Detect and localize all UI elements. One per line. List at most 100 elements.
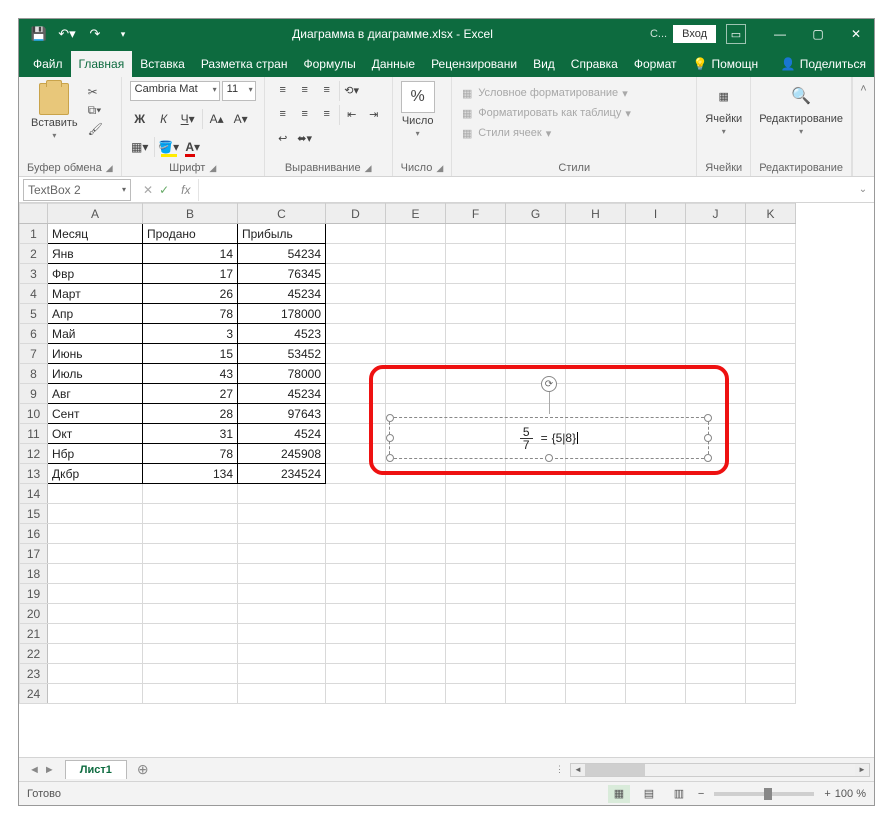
cell[interactable] <box>326 424 386 444</box>
border-button[interactable]: ▦▾ <box>130 137 150 157</box>
row-header[interactable]: 14 <box>20 484 48 504</box>
column-header[interactable]: K <box>746 204 796 224</box>
cell[interactable]: 178000 <box>238 304 326 324</box>
cell[interactable] <box>506 244 566 264</box>
increase-indent-icon[interactable]: ⇥ <box>364 105 384 123</box>
row-header[interactable]: 18 <box>20 564 48 584</box>
cell[interactable] <box>686 684 746 704</box>
resize-handle[interactable] <box>704 454 712 462</box>
cell[interactable]: Окт <box>48 424 143 444</box>
tellme[interactable]: 💡Помощн <box>685 51 767 77</box>
cell[interactable] <box>686 324 746 344</box>
cell[interactable] <box>506 544 566 564</box>
cell[interactable] <box>566 524 626 544</box>
dialog-launcher-icon[interactable]: ◢ <box>365 163 372 174</box>
cell[interactable] <box>566 364 626 384</box>
cell[interactable] <box>446 224 506 244</box>
cell[interactable]: Дкбр <box>48 464 143 484</box>
cells-button[interactable]: ▦ Ячейки ▾ <box>705 81 742 136</box>
cell[interactable] <box>686 604 746 624</box>
cell[interactable] <box>626 464 686 484</box>
cell[interactable] <box>143 564 238 584</box>
cell[interactable] <box>506 604 566 624</box>
cell[interactable] <box>686 264 746 284</box>
cell[interactable] <box>386 364 446 384</box>
cell[interactable]: Фвр <box>48 264 143 284</box>
cell[interactable] <box>446 364 506 384</box>
sheet-nav-next-icon[interactable]: ► <box>44 764 55 776</box>
cell[interactable] <box>506 264 566 284</box>
cell[interactable]: 3 <box>143 324 238 344</box>
font-size-combo[interactable]: 11▾ <box>222 81 256 101</box>
select-all-corner[interactable] <box>20 204 48 224</box>
cell[interactable] <box>746 564 796 584</box>
cell[interactable] <box>326 284 386 304</box>
cell[interactable] <box>686 244 746 264</box>
column-header[interactable]: D <box>326 204 386 224</box>
cell[interactable] <box>626 304 686 324</box>
cell[interactable] <box>238 684 326 704</box>
row-header[interactable]: 2 <box>20 244 48 264</box>
cell[interactable]: 97643 <box>238 404 326 424</box>
wrap-text-icon[interactable]: ↩ <box>273 129 293 147</box>
row-header[interactable]: 23 <box>20 664 48 684</box>
cell[interactable] <box>48 604 143 624</box>
cell[interactable] <box>386 524 446 544</box>
cell[interactable] <box>446 584 506 604</box>
tab-view[interactable]: Вид <box>525 51 563 77</box>
row-header[interactable]: 4 <box>20 284 48 304</box>
cell[interactable] <box>386 264 446 284</box>
cell[interactable] <box>626 504 686 524</box>
cell[interactable]: 31 <box>143 424 238 444</box>
cell[interactable] <box>746 364 796 384</box>
cell[interactable] <box>386 224 446 244</box>
cell[interactable]: 134 <box>143 464 238 484</box>
cell[interactable] <box>446 244 506 264</box>
row-header[interactable]: 10 <box>20 404 48 424</box>
cell[interactable] <box>566 684 626 704</box>
cell[interactable] <box>566 224 626 244</box>
cell[interactable] <box>566 564 626 584</box>
cell[interactable] <box>566 244 626 264</box>
cell[interactable] <box>626 604 686 624</box>
cell[interactable]: 45234 <box>238 284 326 304</box>
orientation-icon[interactable]: ⟲▾ <box>342 81 362 99</box>
cell[interactable] <box>326 484 386 504</box>
tab-page-layout[interactable]: Разметка стран <box>193 51 296 77</box>
cell[interactable] <box>446 644 506 664</box>
align-center-icon[interactable]: ≡ <box>295 105 315 123</box>
cell[interactable]: 4523 <box>238 324 326 344</box>
cell[interactable] <box>626 384 686 404</box>
tab-insert[interactable]: Вставка <box>132 51 193 77</box>
redo-icon[interactable]: ↷ <box>83 22 107 46</box>
collapse-ribbon-icon[interactable]: ˄ <box>852 77 874 176</box>
cell[interactable] <box>386 284 446 304</box>
cell[interactable]: 78 <box>143 304 238 324</box>
cell[interactable] <box>506 324 566 344</box>
cell[interactable] <box>626 364 686 384</box>
cell[interactable] <box>686 624 746 644</box>
cell[interactable] <box>746 584 796 604</box>
worksheet-grid[interactable]: ABCDEFGHIJK1МесяцПроданоПрибыль2Янв14542… <box>19 203 874 757</box>
cell[interactable] <box>48 684 143 704</box>
cell[interactable] <box>686 484 746 504</box>
row-header[interactable]: 15 <box>20 504 48 524</box>
cell[interactable] <box>746 324 796 344</box>
cell[interactable] <box>446 504 506 524</box>
cell[interactable] <box>566 384 626 404</box>
cell[interactable] <box>446 684 506 704</box>
cell[interactable] <box>143 644 238 664</box>
cell[interactable] <box>686 304 746 324</box>
cell[interactable] <box>746 284 796 304</box>
cell[interactable] <box>326 224 386 244</box>
cell[interactable] <box>446 624 506 644</box>
cell[interactable] <box>326 444 386 464</box>
share-button[interactable]: 👤Поделиться <box>773 51 874 77</box>
cell[interactable]: Июль <box>48 364 143 384</box>
cancel-icon[interactable]: ✕ <box>143 183 153 197</box>
cell[interactable] <box>746 684 796 704</box>
cell[interactable] <box>326 344 386 364</box>
cell[interactable] <box>48 644 143 664</box>
cell[interactable] <box>48 484 143 504</box>
cell[interactable] <box>746 484 796 504</box>
